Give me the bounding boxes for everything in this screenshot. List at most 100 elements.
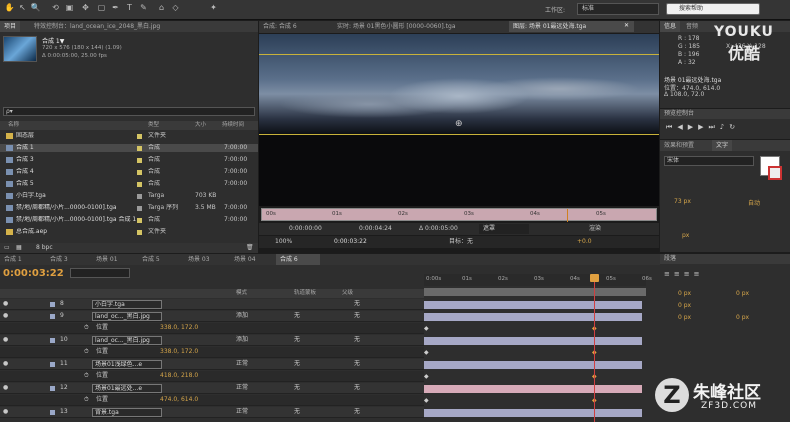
- timeline-current-time[interactable]: 0:00:03:22: [3, 268, 64, 279]
- project-search-input[interactable]: ρ▾: [3, 107, 255, 116]
- timeline-tab[interactable]: 场景 03: [184, 254, 228, 265]
- layer-mode[interactable]: 正常: [236, 360, 248, 368]
- project-item[interactable]: 合成 3 合成 7:00:00: [0, 156, 258, 164]
- trash-icon[interactable]: 🗑: [246, 243, 254, 253]
- timeline-layer-row[interactable]: ● 8 小白字.tga 无: [0, 299, 424, 310]
- project-item[interactable]: 固态层 文件夹: [0, 132, 258, 140]
- t-start[interactable]: 0:00:00:00: [289, 223, 322, 235]
- camera-icon[interactable]: ▣: [64, 2, 75, 13]
- project-item[interactable]: 禁/地/周都精/小片...0000-0100].tga Targa 序列 3.5 M…: [0, 204, 258, 212]
- stamp-icon[interactable]: ⌂: [156, 2, 167, 13]
- brush-icon[interactable]: ✎: [138, 2, 149, 13]
- timeline-tab[interactable]: 场景 04: [230, 254, 274, 265]
- align-center-icon[interactable]: ≡: [674, 270, 684, 278]
- visibility-eye-icon[interactable]: ●: [3, 360, 8, 368]
- layer-duration-bar[interactable]: [424, 361, 642, 369]
- layer-parent[interactable]: 无: [354, 300, 360, 308]
- stroke-color-swatch[interactable]: [768, 166, 782, 180]
- layer-trkmat[interactable]: 无: [294, 336, 300, 344]
- new-folder-icon[interactable]: ▭: [4, 243, 10, 253]
- col-mode[interactable]: 模式: [236, 289, 247, 298]
- zoom-icon[interactable]: 🔍: [30, 2, 41, 13]
- project-item[interactable]: 合成 4 合成 7:00:00: [0, 168, 258, 176]
- property-value[interactable]: 474.0, 614.0: [160, 396, 198, 404]
- layer-duration-bar[interactable]: [424, 337, 642, 345]
- hand-icon[interactable]: ✋: [4, 2, 15, 13]
- selection-icon[interactable]: ↖: [17, 2, 28, 13]
- audio-icon[interactable]: ♪: [720, 123, 729, 131]
- stopwatch-icon[interactable]: ⏱: [84, 348, 89, 356]
- visibility-eye-icon[interactable]: ●: [3, 384, 8, 392]
- project-item[interactable]: 禁/地/周都精/小片...0000-0100].tga 合成 1 合成 7:00:0…: [0, 216, 258, 224]
- next-frame-icon[interactable]: ▶: [698, 123, 708, 131]
- layer-duration-bar[interactable]: [424, 301, 642, 309]
- timeline-layer-row[interactable]: ⏱ 位置 474.0, 614.0: [0, 395, 424, 406]
- visibility-eye-icon[interactable]: ●: [3, 312, 8, 320]
- search-help-input[interactable]: 搜索帮助: [666, 3, 760, 15]
- t-end[interactable]: 0:00:04:24: [359, 223, 392, 235]
- keyframe-start[interactable]: ◆: [424, 373, 429, 380]
- timeline-layer-row[interactable]: ⏱ 位置 338.0, 172.0: [0, 323, 424, 334]
- align-left-icon[interactable]: ≡: [664, 270, 674, 278]
- play-icon[interactable]: ▶: [688, 123, 698, 131]
- close-tab-icon[interactable]: ✕: [624, 22, 636, 32]
- space-after[interactable]: 0 px: [736, 314, 749, 321]
- view-mode[interactable]: 遮罩: [479, 224, 529, 234]
- tab-info[interactable]: 信息: [660, 21, 681, 32]
- col-parent[interactable]: 父级: [342, 289, 353, 298]
- view-target[interactable]: 目标：无: [449, 236, 473, 248]
- layer-duration-bar[interactable]: [424, 409, 642, 417]
- stopwatch-icon[interactable]: ⏱: [84, 372, 89, 380]
- layer-parent[interactable]: 无: [354, 360, 360, 368]
- layer-name[interactable]: 场景01浅绿色...e: [92, 360, 162, 369]
- justify-icon[interactable]: ≡: [694, 270, 704, 278]
- font-size[interactable]: 73 px: [674, 198, 691, 205]
- viewer-playhead[interactable]: [567, 209, 568, 222]
- layer-duration-bar[interactable]: [424, 385, 642, 393]
- tab-layer[interactable]: 图层: 场景 01最远处海.tga: [509, 21, 634, 32]
- viewer-timeline-strip[interactable]: 00s01s02s03s04s05s06s: [261, 208, 657, 222]
- exposure-value[interactable]: +0.0: [577, 236, 592, 248]
- col-trkmat[interactable]: 轨道蒙板: [294, 289, 316, 298]
- zoom-select[interactable]: 100%: [275, 236, 292, 248]
- visibility-eye-icon[interactable]: ●: [3, 408, 8, 416]
- timeline-playhead[interactable]: [594, 274, 595, 422]
- col-duration[interactable]: 持续时间: [222, 121, 244, 130]
- layer-name[interactable]: land_oc..._黑白.jpg: [92, 312, 162, 321]
- timeline-work-area[interactable]: 0:00s 01s 02s 03s 04s 05s 06s: [424, 274, 652, 286]
- new-comp-icon[interactable]: ▦: [16, 243, 22, 253]
- tracking-px[interactable]: px: [682, 232, 689, 239]
- indent-right[interactable]: 0 px: [736, 290, 749, 297]
- bpc-label[interactable]: 8 bpc: [36, 243, 53, 253]
- keyframe-track[interactable]: ◆◆: [424, 349, 642, 357]
- indent-first[interactable]: 0 px: [678, 302, 691, 309]
- timeline-tab[interactable]: 合成 3: [46, 254, 90, 265]
- t-duration[interactable]: Δ 0:00:05:00: [419, 223, 458, 235]
- viewer-canvas[interactable]: ⊕: [259, 34, 659, 206]
- keyframe-start[interactable]: ◆: [424, 325, 429, 332]
- layer-parent[interactable]: 无: [354, 408, 360, 416]
- timeline-layer-row[interactable]: ● 9 land_oc..._黑白.jpg 添加 无 无: [0, 311, 424, 322]
- align-right-icon[interactable]: ≡: [684, 270, 694, 278]
- text-icon[interactable]: T: [124, 2, 135, 13]
- work-area-bar[interactable]: [424, 288, 646, 296]
- timeline-layer-row[interactable]: ● 13 背景.tga 正常 无 无: [0, 407, 424, 418]
- layer-name[interactable]: 场景01最远处...e: [92, 384, 162, 393]
- font-select[interactable]: 宋体: [664, 156, 754, 166]
- loop-icon[interactable]: ↻: [729, 123, 740, 131]
- property-value[interactable]: 418.0, 218.0: [160, 372, 198, 380]
- project-item[interactable]: 合成 5 合成 7:00:00: [0, 180, 258, 188]
- stopwatch-icon[interactable]: ⏱: [84, 324, 89, 332]
- project-item[interactable]: 小白字.tga Targa 703 KB: [0, 192, 258, 200]
- layer-name[interactable]: land_oc..._黑白.jpg: [92, 336, 162, 345]
- indent-left[interactable]: 0 px: [678, 290, 691, 297]
- timeline-tab[interactable]: 合成 1: [0, 254, 44, 265]
- col-type[interactable]: 类型: [148, 121, 159, 130]
- layer-parent[interactable]: 无: [354, 336, 360, 344]
- stopwatch-icon[interactable]: ⏱: [84, 396, 89, 404]
- layer-mode[interactable]: 正常: [236, 408, 248, 416]
- keyframe-start[interactable]: ◆: [424, 397, 429, 404]
- timeline-search[interactable]: [70, 268, 130, 278]
- layer-parent[interactable]: 无: [354, 312, 360, 320]
- tab-text[interactable]: 文字: [712, 140, 733, 151]
